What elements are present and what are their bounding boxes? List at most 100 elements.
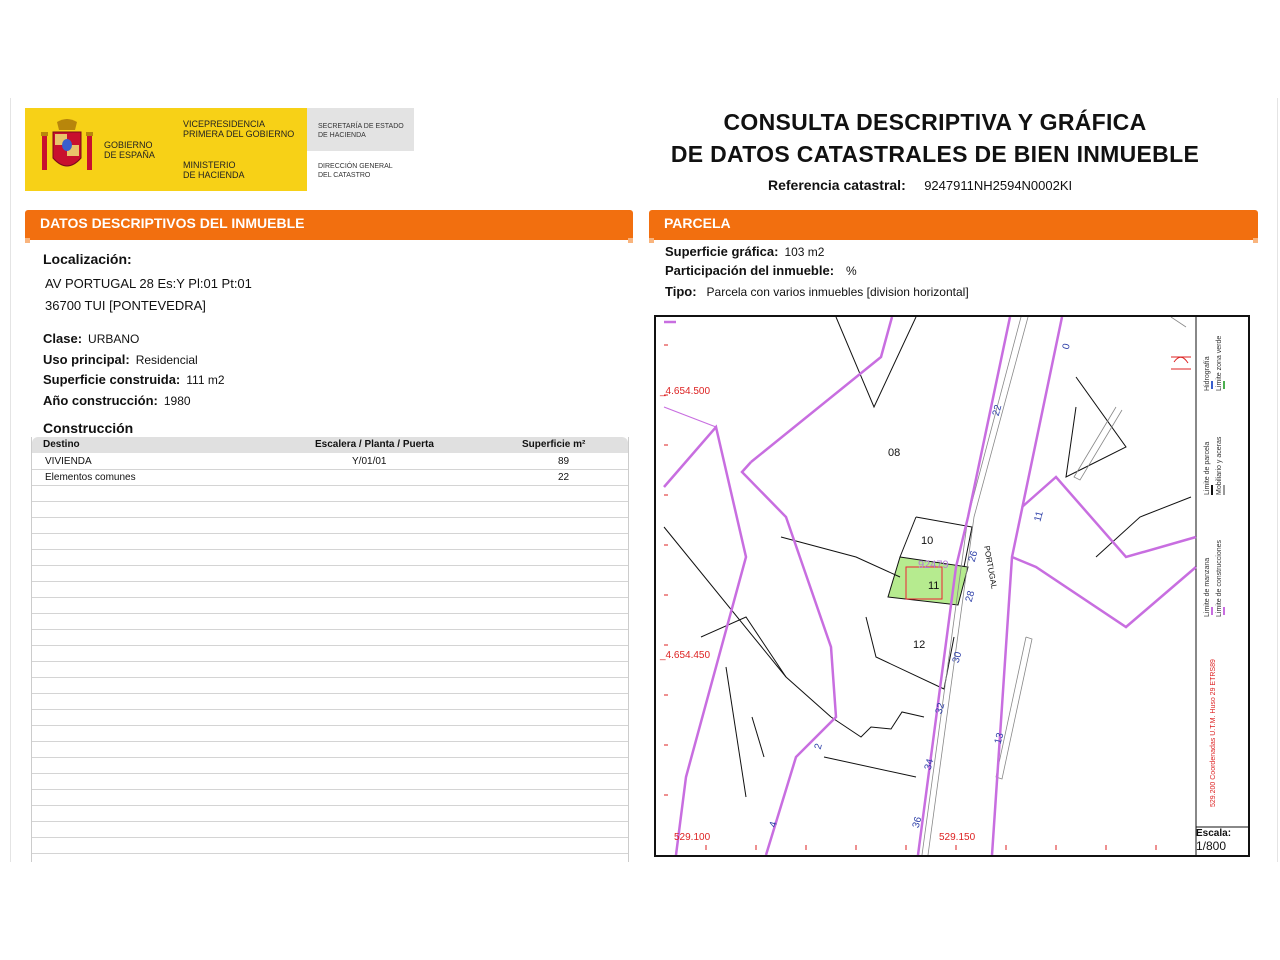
parcel-lines [663, 316, 1192, 798]
table-rule [32, 757, 628, 758]
clase-row: Clase: URBANO [43, 330, 139, 348]
uso-label: Uso principal: [43, 352, 130, 367]
table-rule [32, 549, 628, 550]
table-rule [32, 773, 628, 774]
direccion-text: DIRECCIÓN GENERAL DEL CATASTRO [318, 163, 393, 179]
ministerio-text: MINISTERIO DE HACIENDA [183, 160, 245, 180]
ref-catastral: Referencia catastral: 9247911NH2594N0002… [768, 177, 1072, 195]
table-rule [32, 837, 628, 838]
legend-text: Limite zona verde [1216, 335, 1223, 391]
bar-corner-right [1253, 238, 1258, 243]
datos-section-header: DATOS DESCRIPTIVOS DEL INMUEBLE [25, 210, 633, 240]
tipo-row: Tipo: Parcela con varios inmuebles [divis… [665, 283, 969, 301]
highlight-label: 92479 [918, 559, 949, 571]
table-cell: Y/01/01 [352, 456, 387, 467]
table-rule [32, 725, 628, 726]
coord-x-left: 529.100 [674, 832, 711, 843]
map-drawing [663, 316, 1248, 856]
scale-value: 1/800 [1196, 839, 1227, 853]
secretaria-text: SECRETARÍA DE ESTADO DE HACIENDA [318, 123, 404, 139]
table-rule [32, 485, 628, 486]
section-title-strong: INMUEBLE [231, 215, 305, 231]
table-rule [32, 597, 628, 598]
anio-value: 1980 [163, 394, 191, 408]
clase-value: URBANO [88, 332, 140, 346]
coords-note: 529.200 Coordenadas U.T.M. Huso 29 ETRS8… [1210, 659, 1217, 807]
legend-text: Limite de construcciones [1216, 539, 1223, 617]
bar-corner-right [628, 238, 633, 243]
scale-label: Escala: [1196, 828, 1232, 839]
table-rule [32, 709, 628, 710]
table-rule [32, 565, 628, 566]
ref-value: 9247911NH2594N0002KI [924, 178, 1073, 193]
page-title-line1: CONSULTA DESCRIPTIVA Y GRÁFICA [723, 109, 1147, 135]
table-rule [32, 533, 628, 534]
participacion-row: Participación del inmueble:% [665, 262, 857, 280]
legend-text: Mobiliario y aceras [1216, 436, 1223, 495]
table-rule [32, 469, 628, 470]
table-rule [32, 789, 628, 790]
table-rule [32, 693, 628, 694]
parcel-label: 12 [913, 639, 926, 651]
north-arrow-icon [1171, 356, 1191, 370]
table-rule [32, 821, 628, 822]
table-rule [32, 501, 628, 502]
uso-row: Uso principal: Residencial [43, 351, 198, 369]
superficie-label: Superficie construida: [43, 372, 181, 387]
tipo-label: Tipo: [665, 284, 697, 299]
table-header: Destino Escalera / Planta / Puerta Super… [32, 437, 628, 453]
map-scale: Escala: 1/800 [1196, 828, 1231, 853]
legend-text: Hidrografía [1204, 356, 1211, 391]
cadastral-map[interactable]: _4.654.500 _4.654.450 529.100 529.150 08… [654, 315, 1250, 857]
bar-corner-left [25, 238, 30, 243]
col-destino: Destino [43, 439, 80, 450]
legend-text: Limite de parcela [1204, 441, 1211, 495]
superficie-grafica-label: Superficie gráfica: [665, 244, 779, 259]
tipo-value: Parcela con varios inmuebles [division h… [706, 285, 969, 299]
table-rule [32, 805, 628, 806]
uso-value: Residencial [135, 353, 198, 367]
parcel-label: 11 [928, 580, 940, 592]
table-rule [32, 853, 628, 854]
participacion-value: % [846, 264, 857, 278]
table-rule [32, 581, 628, 582]
table-rule [32, 677, 628, 678]
col-superficie: Superficie m² [522, 439, 586, 450]
table-rule [32, 517, 628, 518]
coord-x-right: 529.150 [939, 832, 976, 843]
table-rule [32, 741, 628, 742]
anio-label: Año construcción: [43, 393, 158, 408]
construccion-table: Destino Escalera / Planta / Puerta Super… [31, 437, 629, 862]
address-line2: 36700 TUI [PONTEVEDRA] [45, 298, 206, 313]
table-rule [32, 613, 628, 614]
coord-y-top: _4.654.500 [660, 386, 711, 397]
superficie-grafica-row: Superficie gráfica: 103 m2 [665, 243, 824, 261]
gobierno-text: GOBIERNO DE ESPAÑA [104, 140, 155, 160]
coat-of-arms-icon [41, 119, 93, 170]
table-cell: Elementos comunes [45, 472, 136, 483]
clase-label: Clase: [43, 331, 83, 346]
parcel-label: 08 [888, 447, 901, 459]
bar-corner-left [649, 238, 654, 243]
parcel-label: 10 [921, 535, 934, 547]
localizacion-label: Localización: [43, 251, 132, 267]
col-escalera: Escalera / Planta / Puerta [315, 439, 434, 450]
construccion-label: Construcción [43, 420, 134, 436]
table-rule [32, 629, 628, 630]
address-line1: AV PORTUGAL 28 Es:Y Pl:01 Pt:01 [45, 276, 252, 291]
participacion-label: Participación del inmueble: [665, 263, 835, 278]
superficie-value: 111 m2 [186, 373, 225, 387]
section-title-prefix: DATOS DESCRIPTIVOS DEL [40, 215, 232, 231]
page-title-line2: DE DATOS CATASTRALES DE BIEN INMUEBLE [670, 141, 1200, 167]
vicepresidencia-text: VICEPRESIDENCIA PRIMERA DEL GOBIERNO [183, 119, 295, 139]
table-cell: 89 [558, 456, 570, 467]
legend-text: Limite de manzana [1204, 557, 1211, 617]
table-cell: VIVIENDA [45, 456, 92, 467]
table-cell: 22 [558, 472, 570, 483]
table-rule [32, 661, 628, 662]
superficie-row: Superficie construida: 111 m2 [43, 371, 225, 389]
parcela-section-header: PARCELA [649, 210, 1258, 240]
ref-label: Referencia catastral: [768, 177, 906, 193]
coord-y-bottom: _4.654.450 [660, 650, 711, 661]
table-rule [32, 645, 628, 646]
